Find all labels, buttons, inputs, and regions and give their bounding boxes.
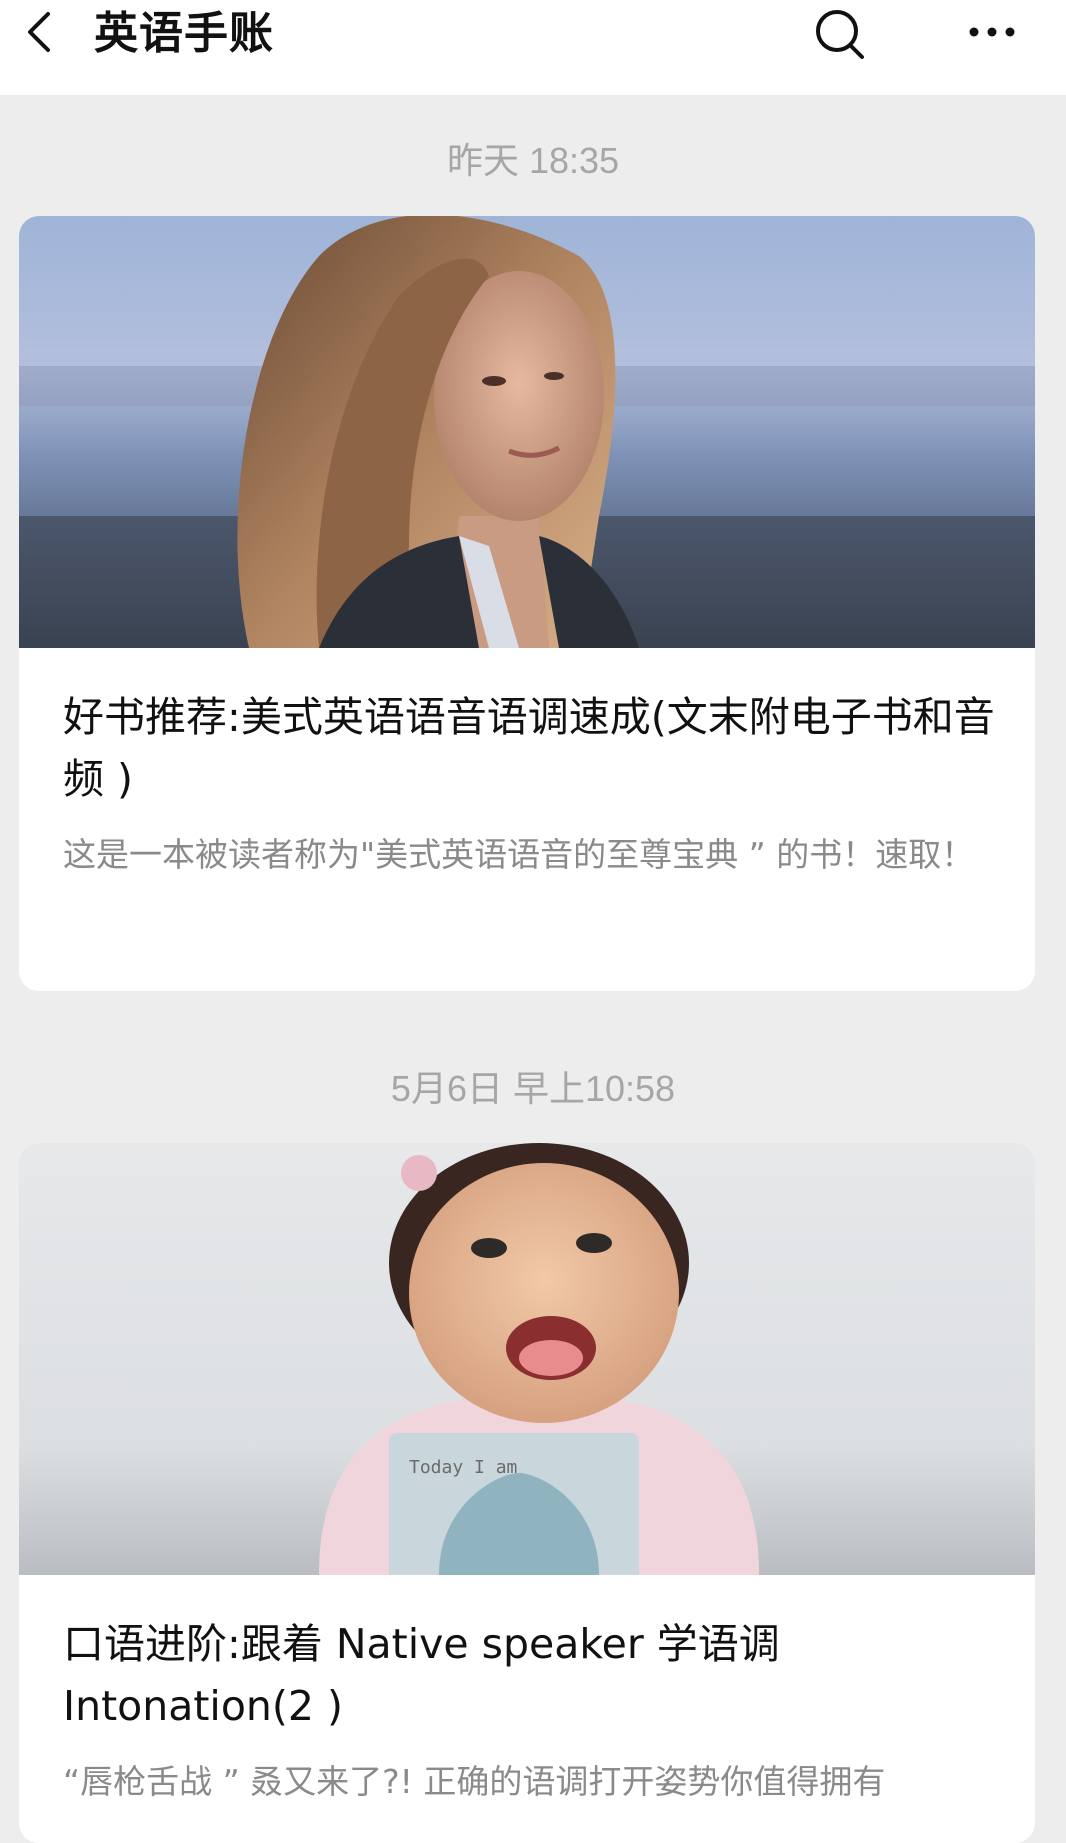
article-title: 好书推荐:美式英语语音语调速成(文末附电子书和音频 ) <box>63 693 995 803</box>
message-timestamp: 5月6日 早上10:58 <box>390 1068 676 1109</box>
article-cover-image <box>19 216 1035 648</box>
article-card[interactable]: 好书推荐:美式英语语音语调速成(文末附电子书和音频 ) 这是一本被读者称为"美式… <box>19 216 1035 991</box>
search-icon[interactable] <box>812 6 868 62</box>
page-title: 英语手账 <box>94 8 274 59</box>
message-timestamp: 昨天 18:35 <box>446 140 620 181</box>
article-summary: 这是一本被读者称为"美式英语语音的至尊宝典 ” 的书！速取！ <box>63 835 975 874</box>
article-title: 口语进阶:跟着 Native speaker 学语调 Intonation(2 … <box>63 1620 780 1730</box>
chevron-left-icon[interactable] <box>20 10 64 54</box>
article-summary: “唇枪舌战 ” 叒又来了?! 正确的语调打开姿势你值得拥有 <box>63 1762 886 1801</box>
top-nav-bar: 英语手账 <box>0 0 1066 95</box>
more-horizontal-icon[interactable] <box>964 14 1020 50</box>
cover-card-text: Today I am <box>409 1457 517 1478</box>
article-card[interactable]: Today I am 口语进阶:跟着 Native speaker 学语调 In… <box>19 1143 1035 1843</box>
article-cover-image: Today I am <box>19 1143 1035 1575</box>
